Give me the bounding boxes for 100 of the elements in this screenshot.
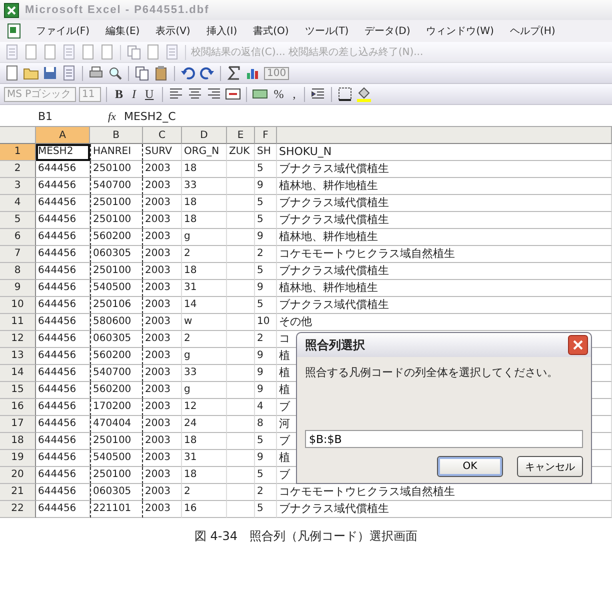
table-cell: 9 bbox=[255, 365, 277, 382]
comma-button[interactable]: , bbox=[290, 86, 299, 102]
row-header[interactable]: 7 bbox=[0, 246, 36, 263]
underline-button[interactable]: U bbox=[142, 86, 157, 102]
table-cell: 250100 bbox=[90, 195, 143, 212]
row-header[interactable]: 4 bbox=[0, 195, 36, 212]
table-cell: ブナクラス域代償植生 bbox=[277, 212, 612, 229]
figure-caption: 図 4-34 照合列（凡例コード）選択画面 bbox=[193, 528, 419, 545]
menu-item[interactable]: データ(D) bbox=[362, 23, 412, 39]
row-header[interactable]: 6 bbox=[0, 229, 36, 246]
borders-icon[interactable] bbox=[336, 86, 353, 102]
row-header[interactable]: 12 bbox=[0, 331, 36, 348]
dialog-button[interactable]: OK bbox=[437, 456, 503, 477]
dialog-button[interactable]: キャンセル bbox=[517, 456, 583, 477]
row-header[interactable]: 2 bbox=[0, 161, 36, 178]
menu-item[interactable]: ウィンドウ(W) bbox=[424, 23, 496, 39]
menu-item[interactable]: 挿入(I) bbox=[204, 23, 240, 39]
row-header[interactable]: 13 bbox=[0, 348, 36, 365]
table-cell: 5 bbox=[255, 161, 277, 178]
corner-cell[interactable] bbox=[0, 127, 36, 144]
table-cell: 644456 bbox=[36, 501, 90, 518]
percent-button[interactable]: % bbox=[270, 86, 287, 102]
table-cell: コケモモートウヒクラス域自然植生 bbox=[277, 246, 612, 263]
table-cell: ブナクラス域代償植生 bbox=[277, 161, 612, 178]
function-label[interactable]: fx bbox=[108, 110, 116, 122]
row-header[interactable]: 15 bbox=[0, 382, 36, 399]
table-cell bbox=[227, 433, 255, 450]
menu-item[interactable]: ヘルプ(H) bbox=[508, 23, 558, 39]
row-header[interactable]: 21 bbox=[0, 484, 36, 501]
table-cell bbox=[227, 314, 255, 331]
italic-button[interactable]: I bbox=[129, 86, 140, 102]
row-header[interactable]: 9 bbox=[0, 280, 36, 297]
copy-icon[interactable] bbox=[134, 65, 150, 81]
table-cell: 31 bbox=[182, 280, 227, 297]
table-cell: 060305 bbox=[90, 484, 143, 501]
table-cell: 9 bbox=[255, 382, 277, 399]
row-header[interactable]: 11 bbox=[0, 314, 36, 331]
table-cell bbox=[227, 195, 255, 212]
range-field[interactable]: $B:$B bbox=[305, 430, 583, 448]
table-cell: 644456 bbox=[36, 484, 90, 501]
table-cell: 2003 bbox=[143, 484, 182, 501]
row-header[interactable]: 17 bbox=[0, 416, 36, 433]
name-box[interactable]: B1 bbox=[0, 110, 100, 123]
menu-item[interactable]: 書式(O) bbox=[251, 23, 291, 39]
row-header[interactable]: 10 bbox=[0, 297, 36, 314]
row-header[interactable]: 16 bbox=[0, 399, 36, 416]
close-button[interactable] bbox=[568, 335, 588, 355]
row-header[interactable]: 14 bbox=[0, 365, 36, 382]
table-cell: 2 bbox=[182, 484, 227, 501]
table-cell: 560200 bbox=[90, 382, 143, 399]
merge-cells-icon[interactable] bbox=[224, 86, 241, 102]
table-cell bbox=[227, 382, 255, 399]
sigma-icon[interactable] bbox=[226, 65, 242, 81]
workbook-icon[interactable] bbox=[6, 23, 22, 39]
table-cell: 5 bbox=[255, 501, 277, 518]
redo-icon[interactable] bbox=[199, 65, 215, 81]
table-cell: 2003 bbox=[143, 212, 182, 229]
clipboard-icon[interactable] bbox=[153, 65, 169, 81]
menu-item[interactable]: ツール(T) bbox=[302, 23, 351, 39]
row-header[interactable]: 8 bbox=[0, 263, 36, 280]
table-cell: 2 bbox=[182, 246, 227, 263]
row-header[interactable]: 22 bbox=[0, 501, 36, 518]
table-cell bbox=[227, 450, 255, 467]
column-header[interactable] bbox=[277, 127, 612, 144]
table-cell: HANREI bbox=[90, 144, 143, 161]
table-cell: 2 bbox=[255, 484, 277, 501]
bold-button[interactable]: B bbox=[112, 86, 126, 102]
menu-item[interactable]: 表示(V) bbox=[154, 23, 192, 39]
table-cell: 2003 bbox=[143, 467, 182, 484]
table-cell: 540700 bbox=[90, 178, 143, 195]
column-header[interactable]: C bbox=[143, 127, 182, 144]
column-header[interactable]: E bbox=[227, 127, 255, 144]
undo-icon[interactable] bbox=[180, 65, 196, 81]
column-header[interactable]: D bbox=[182, 127, 227, 144]
table-cell: SURV bbox=[143, 144, 182, 161]
column-header[interactable]: F bbox=[255, 127, 277, 144]
table-cell: その他 bbox=[277, 314, 612, 331]
column-header[interactable]: A bbox=[36, 127, 90, 144]
page-icon[interactable] bbox=[4, 65, 20, 81]
magnifier-icon[interactable] bbox=[107, 65, 123, 81]
formula-field[interactable]: MESH2_C bbox=[124, 110, 176, 123]
row-header[interactable]: 3 bbox=[0, 178, 36, 195]
menu-item[interactable]: 編集(E) bbox=[104, 23, 142, 39]
table-cell: 644456 bbox=[36, 229, 90, 246]
row-header[interactable]: 5 bbox=[0, 212, 36, 229]
table-cell: 644456 bbox=[36, 365, 90, 382]
menu-item[interactable]: ファイル(F) bbox=[34, 23, 92, 39]
row-header[interactable]: 18 bbox=[0, 433, 36, 450]
table-cell: 5 bbox=[255, 433, 277, 450]
table-cell: 33 bbox=[182, 178, 227, 195]
column-header[interactable]: B bbox=[90, 127, 143, 144]
fill-color-icon[interactable] bbox=[356, 86, 372, 102]
table-cell: 5 bbox=[255, 297, 277, 314]
table-cell: 2003 bbox=[143, 263, 182, 280]
table-cell bbox=[227, 467, 255, 484]
row-header[interactable]: 1 bbox=[0, 144, 36, 161]
row-header[interactable]: 19 bbox=[0, 450, 36, 467]
row-header[interactable]: 20 bbox=[0, 467, 36, 484]
table-cell bbox=[227, 246, 255, 263]
document-icon[interactable] bbox=[61, 65, 77, 81]
